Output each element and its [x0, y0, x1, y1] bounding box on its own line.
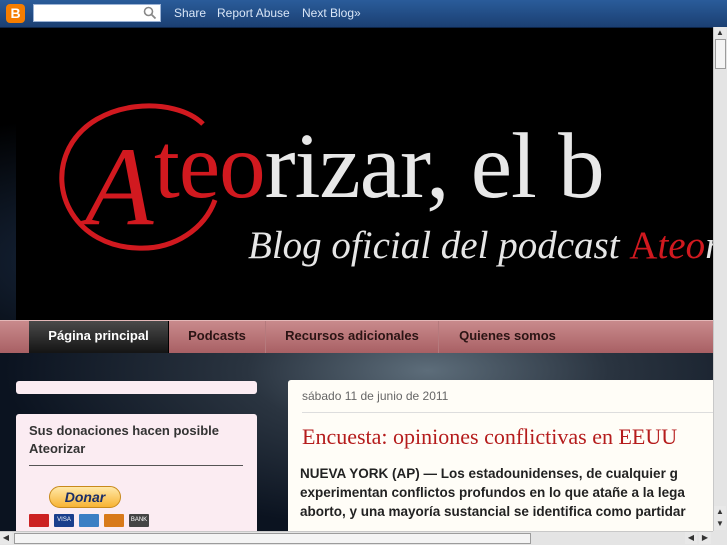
paypal-donate-button[interactable]: Donar — [49, 486, 121, 508]
svg-text:A: A — [78, 125, 154, 249]
vertical-scrollbar[interactable]: ▲ ▲ ▼ — [713, 27, 727, 531]
post-title-link[interactable]: Encuesta: opiniones conflictivas en EEUU — [302, 424, 677, 450]
post-line: NUEVA YORK (AP) — Los estadounidenses, d… — [300, 466, 678, 481]
amex-icon — [79, 514, 99, 527]
title-rest: rizar, el b — [264, 115, 605, 218]
bank-icon: BANK — [129, 514, 149, 527]
tab-quienes-somos[interactable]: Quienes somos — [439, 321, 576, 353]
post-date: sábado 11 de junio de 2011 — [302, 389, 449, 403]
donation-widget: Sus donaciones hacen posible Ateorizar D… — [16, 414, 257, 534]
scroll-up-icon[interactable]: ▲ — [714, 27, 726, 39]
post-body: NUEVA YORK (AP) — Los estadounidenses, d… — [300, 464, 727, 521]
blog-title: teorizar, el b — [154, 120, 605, 213]
horizontal-scrollbar[interactable]: ◀ ◀ ▶ — [0, 531, 713, 545]
search-icon[interactable] — [143, 6, 157, 20]
subtitle-red-part: teo — [657, 224, 706, 267]
tab-pagina-principal[interactable]: Página principal — [29, 321, 169, 353]
blogger-navbar: B Share Report Abuse Next Blog» — [0, 0, 727, 28]
scroll-up-icon[interactable]: ▲ — [714, 506, 726, 518]
subtitle-logo: A — [629, 224, 658, 267]
donation-title: Sus donaciones hacen posible Ateorizar — [29, 423, 219, 456]
divider — [29, 465, 243, 466]
blogger-logo-icon[interactable]: B — [6, 4, 25, 23]
blog-subtitle: Blog oficial del podcast Ateori — [248, 226, 727, 265]
sidebar-top-widget — [16, 381, 257, 394]
post-line: aborto, y una mayoría sustancial se iden… — [300, 504, 686, 519]
header-banner[interactable]: A teorizar, el b Blog oficial del podcas… — [16, 28, 727, 320]
tab-recursos-adicionales[interactable]: Recursos adicionales — [266, 321, 439, 353]
subtitle-text: Blog oficial del podcast — [248, 224, 630, 267]
scroll-left-icon[interactable]: ◀ — [0, 532, 12, 544]
mastercard-icon — [29, 514, 49, 527]
report-abuse-link[interactable]: Report Abuse — [217, 6, 290, 20]
scroll-right-icon[interactable]: ▶ — [699, 532, 711, 544]
share-link[interactable]: Share — [174, 6, 206, 20]
horizontal-scroll-thumb[interactable] — [14, 533, 531, 544]
scroll-down-icon[interactable]: ▼ — [714, 518, 726, 530]
visa-icon: VISA — [54, 514, 74, 527]
blog-search-input[interactable] — [33, 4, 161, 22]
divider — [302, 412, 722, 413]
scroll-left-icon[interactable]: ◀ — [685, 532, 697, 544]
vertical-scroll-thumb[interactable] — [715, 39, 726, 69]
tab-podcasts[interactable]: Podcasts — [169, 321, 266, 353]
next-blog-link[interactable]: Next Blog» — [302, 6, 361, 20]
scrollbar-corner — [713, 531, 727, 545]
discover-icon — [104, 514, 124, 527]
post-line: experimentan conflictos profundos en lo … — [300, 485, 685, 500]
nav-tabs: Página principal Podcasts Recursos adici… — [0, 320, 713, 354]
blog-header: A teorizar, el b Blog oficial del podcas… — [0, 28, 727, 320]
title-red-part: teo — [154, 115, 266, 218]
blog-post: sábado 11 de junio de 2011 Encuesta: opi… — [288, 380, 722, 531]
